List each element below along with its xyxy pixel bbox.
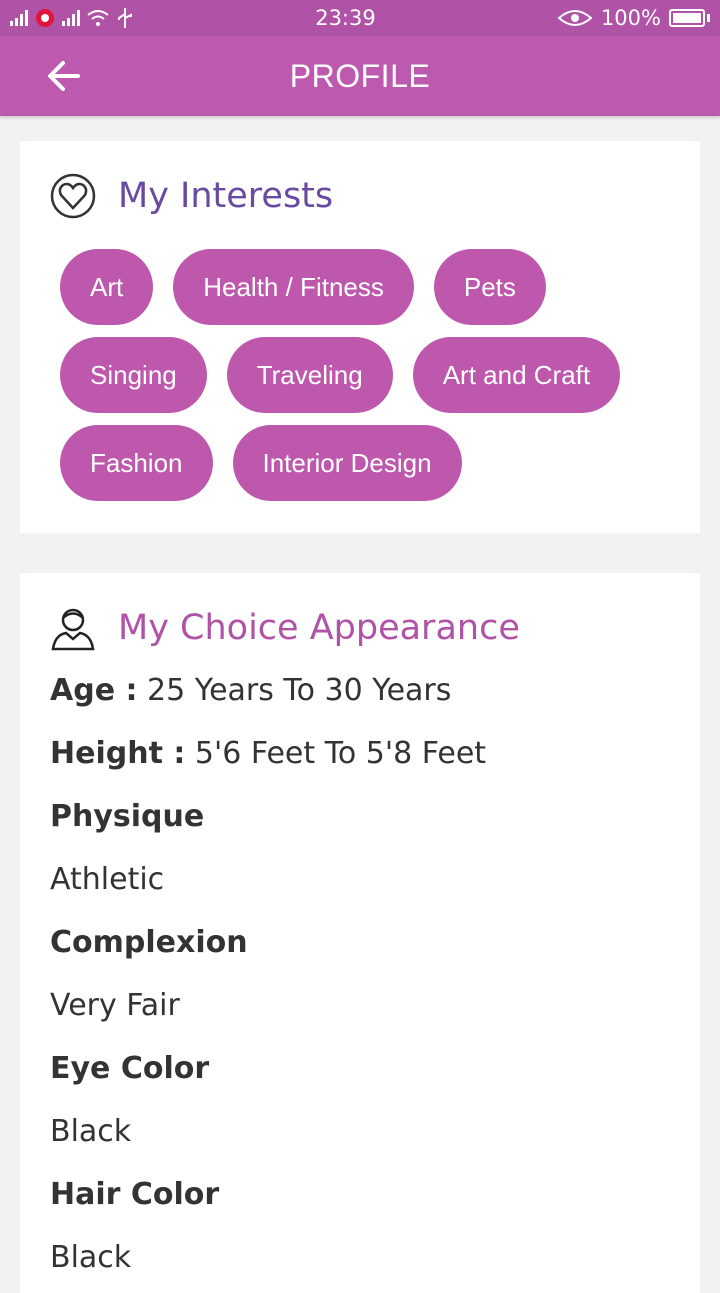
battery-icon bbox=[668, 9, 705, 27]
status-time: 23:39 bbox=[315, 6, 376, 30]
complexion-value: Very Fair bbox=[50, 988, 180, 1023]
appearance-header: My Choice Appearance bbox=[50, 605, 670, 651]
interest-chip[interactable]: Interior Design bbox=[232, 425, 462, 501]
height-label: Height : bbox=[50, 736, 186, 771]
back-arrow-icon bbox=[48, 61, 80, 91]
interest-chip[interactable]: Traveling bbox=[226, 337, 393, 413]
age-label: Age : bbox=[50, 673, 138, 708]
physique-value: Athletic bbox=[50, 862, 165, 897]
eye-icon bbox=[557, 10, 593, 26]
signal-icon bbox=[10, 10, 28, 26]
interest-chip[interactable]: Art bbox=[60, 249, 154, 325]
app-bar: PROFILE bbox=[0, 36, 720, 116]
signal-icon-2 bbox=[62, 10, 80, 26]
wifi-icon bbox=[87, 10, 109, 26]
age-row: Age : 25 Years To 30 Years bbox=[50, 659, 670, 722]
status-icons-right: 100% bbox=[557, 6, 710, 30]
appearance-title: My Choice Appearance bbox=[118, 608, 520, 648]
height-row: Height : 5'6 Feet To 5'8 Feet bbox=[50, 722, 670, 785]
interest-chip[interactable]: Singing bbox=[60, 337, 207, 413]
interests-card: My Interests Art Health / Fitness Pets S… bbox=[20, 141, 700, 533]
status-bar: 23:39 100% bbox=[0, 0, 720, 36]
appearance-card: My Choice Appearance Age : 25 Years To 3… bbox=[20, 573, 700, 1293]
interest-chips: Art Health / Fitness Pets Singing Travel… bbox=[50, 249, 660, 501]
interest-chip[interactable]: Art and Craft bbox=[412, 337, 621, 413]
complexion-label: Complexion bbox=[50, 925, 248, 960]
height-value: 5'6 Feet To 5'8 Feet bbox=[194, 736, 487, 771]
page-title: PROFILE bbox=[289, 57, 431, 94]
age-value: 25 Years To 30 Years bbox=[147, 673, 452, 708]
eye-color-label: Eye Color bbox=[50, 1051, 210, 1086]
eye-color-value: Black bbox=[50, 1114, 132, 1149]
back-button[interactable] bbox=[44, 56, 84, 96]
battery-tip bbox=[706, 14, 710, 22]
status-icons-left bbox=[10, 6, 134, 30]
interest-chip[interactable]: Health / Fitness bbox=[173, 249, 414, 325]
appearance-details: Age : 25 Years To 30 Years Height : 5'6 … bbox=[50, 659, 670, 1289]
person-icon bbox=[51, 608, 95, 651]
interest-chip[interactable]: Pets bbox=[433, 249, 546, 325]
record-icon bbox=[36, 9, 54, 27]
interests-header: My Interests bbox=[50, 173, 670, 219]
physique-label: Physique bbox=[50, 799, 205, 834]
battery-percent: 100% bbox=[600, 6, 661, 30]
heart-circle-icon bbox=[50, 173, 96, 219]
interest-chip[interactable]: Fashion bbox=[60, 425, 213, 501]
hair-color-label: Hair Color bbox=[50, 1177, 220, 1212]
interests-title: My Interests bbox=[118, 176, 334, 216]
usb-icon bbox=[118, 8, 132, 28]
